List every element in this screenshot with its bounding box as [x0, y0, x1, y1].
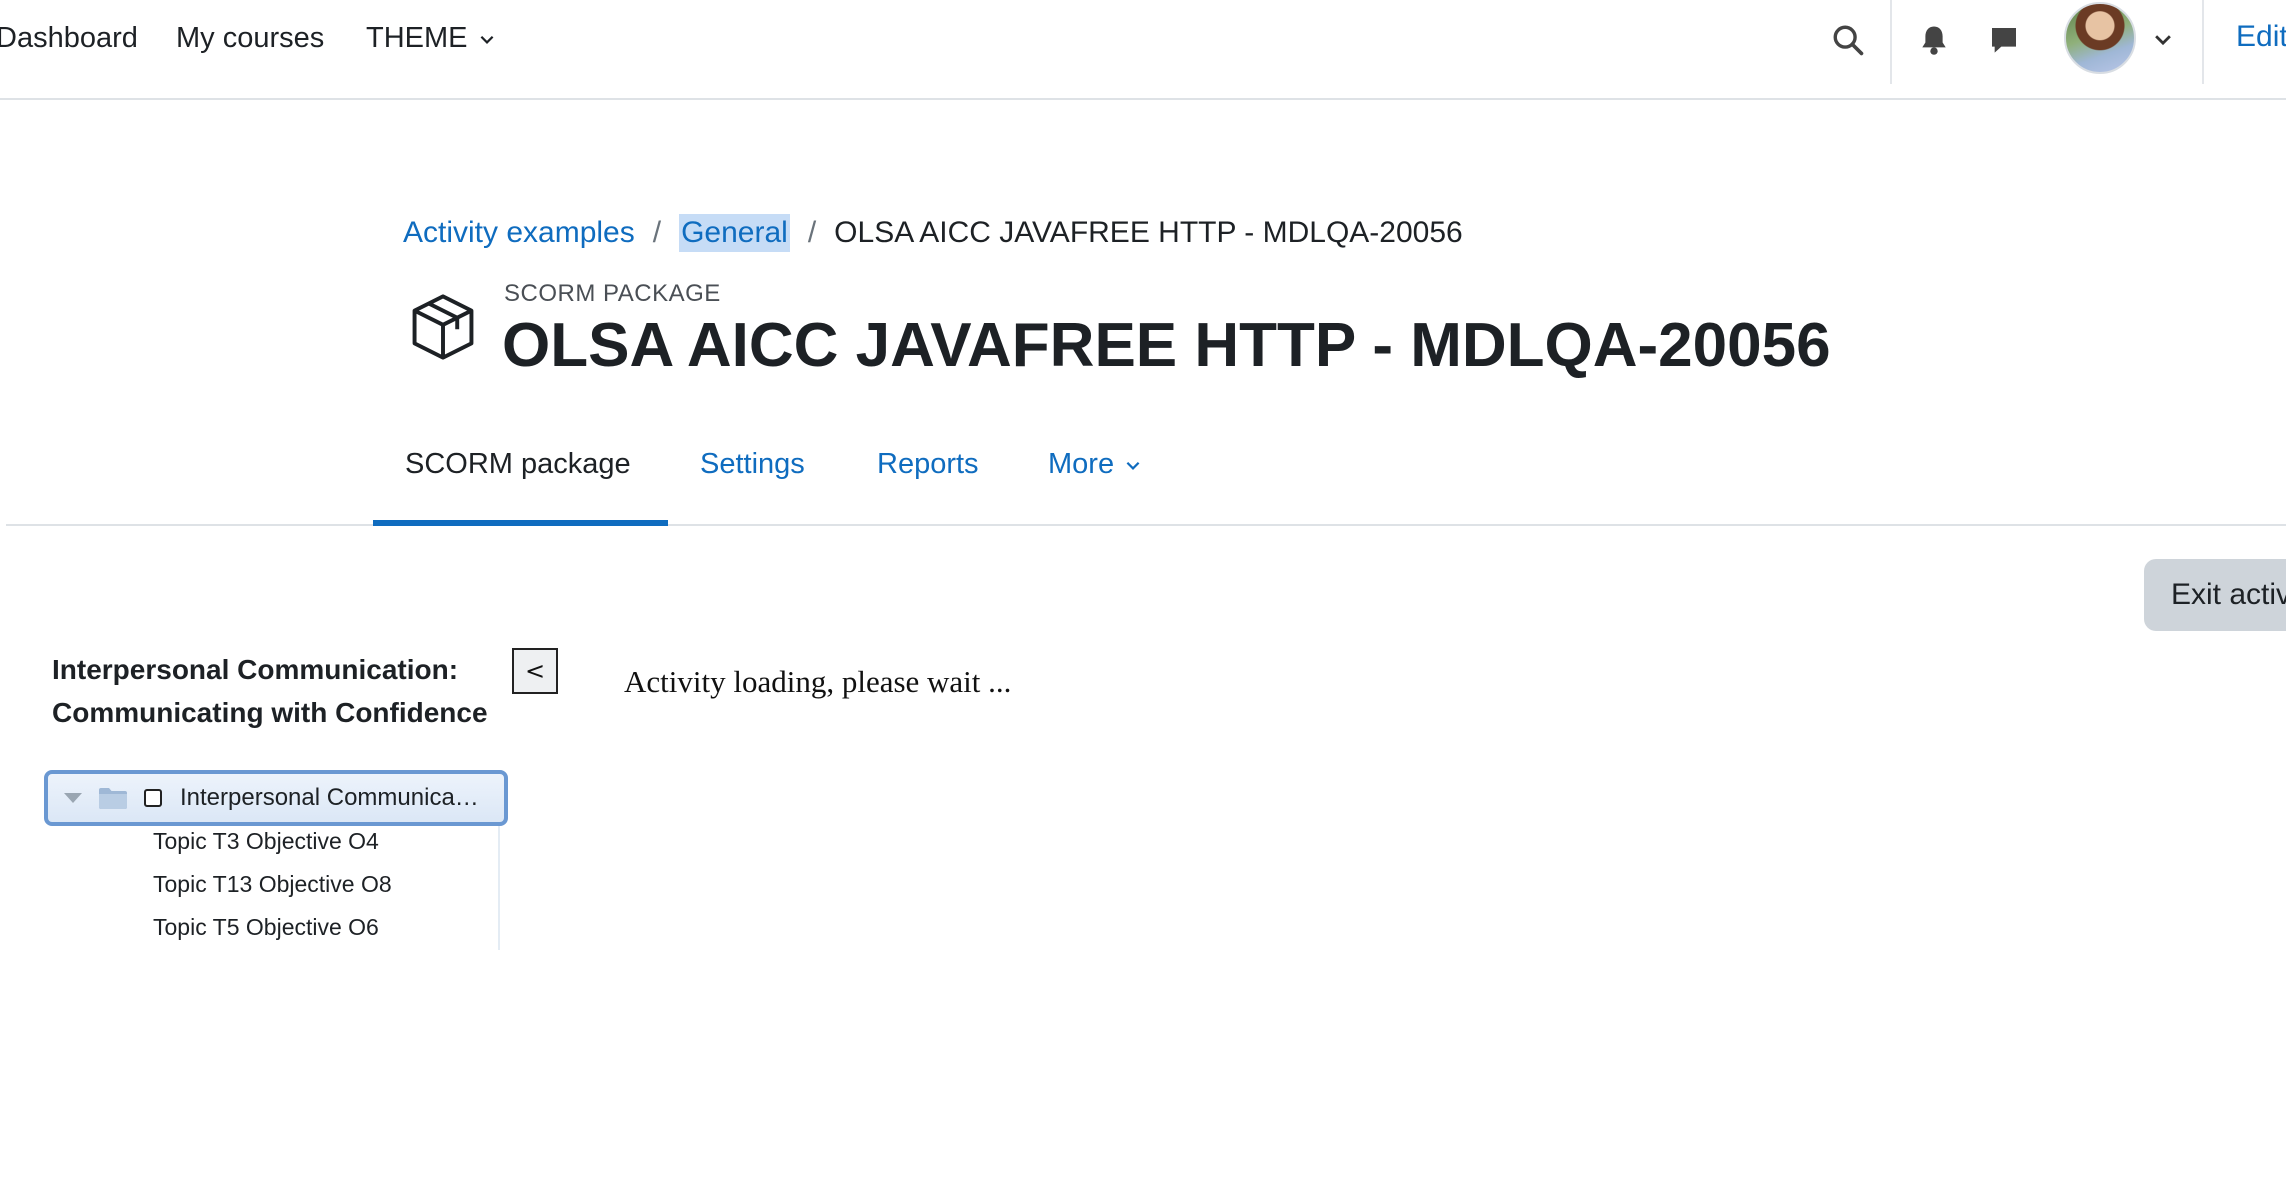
toc-title: Interpersonal Communication: Communicati…: [52, 654, 488, 728]
chevron-down-icon[interactable]: [2152, 28, 2174, 50]
chevron-down-icon: [1126, 461, 1140, 470]
secondary-navigation: [0, 438, 2286, 526]
checkbox-icon: [144, 789, 162, 807]
nav-divider: [1890, 0, 1892, 84]
page-title: OLSA AICC JAVAFREE HTTP - MDLQA-20056: [502, 311, 1831, 380]
loading-message: Activity loading, please wait ...: [624, 664, 1012, 699]
tabs-divider: [6, 524, 2286, 526]
toc-item[interactable]: Topic T5 Objective O6: [153, 914, 379, 941]
tab-settings[interactable]: Settings: [700, 448, 805, 481]
toc-tree: Interpersonal Communication: Communicati…: [44, 770, 508, 950]
breadcrumb-separator: /: [652, 216, 662, 249]
toc-item[interactable]: Topic T3 Objective O4: [153, 828, 379, 855]
breadcrumb-separator: /: [807, 216, 817, 249]
toc-collapse-button[interactable]: <: [512, 648, 558, 694]
activity-type-label: SCORM PACKAGE: [504, 280, 721, 307]
nav-theme-menu[interactable]: THEME: [366, 22, 496, 55]
nav-my-courses[interactable]: My courses: [176, 22, 324, 55]
tab-more-label: More: [1048, 448, 1115, 480]
active-tab-indicator: [373, 520, 668, 526]
top-navbar: Dashboard My courses THEME Edit: [0, 0, 2286, 100]
tab-more[interactable]: More: [1048, 448, 1142, 481]
toc-root-node[interactable]: Interpersonal Communication: Communicati…: [44, 770, 508, 826]
nav-dashboard[interactable]: Dashboard: [0, 22, 138, 55]
tab-scorm-package[interactable]: SCORM package: [405, 448, 631, 481]
breadcrumb-current: OLSA AICC JAVAFREE HTTP - MDLQA-20056: [834, 216, 1463, 249]
chat-icon[interactable]: [1984, 20, 2024, 60]
nav-divider: [2202, 0, 2204, 84]
package-icon: [412, 294, 474, 360]
bell-icon[interactable]: [1914, 20, 1954, 60]
avatar[interactable]: [2064, 2, 2136, 74]
edit-mode-link[interactable]: Edit: [2236, 20, 2286, 54]
breadcrumb-course[interactable]: Activity examples: [403, 216, 635, 250]
breadcrumb-section[interactable]: General: [679, 214, 790, 252]
breadcrumb: Activity examples / General / OLSA AICC …: [403, 214, 1463, 252]
exit-activity-button[interactable]: Exit activity: [2144, 559, 2286, 631]
toc-item[interactable]: Topic T13 Objective O8: [153, 871, 392, 898]
tab-reports[interactable]: Reports: [877, 448, 979, 481]
caret-down-icon[interactable]: [64, 793, 82, 803]
folder-icon: [99, 788, 127, 809]
nav-theme-label: THEME: [366, 22, 468, 54]
search-icon[interactable]: [1828, 20, 1868, 60]
chevron-down-icon: [480, 35, 493, 44]
toc-root-label: Interpersonal Communication: Communicati…: [180, 784, 480, 811]
tree-border: [498, 826, 500, 950]
